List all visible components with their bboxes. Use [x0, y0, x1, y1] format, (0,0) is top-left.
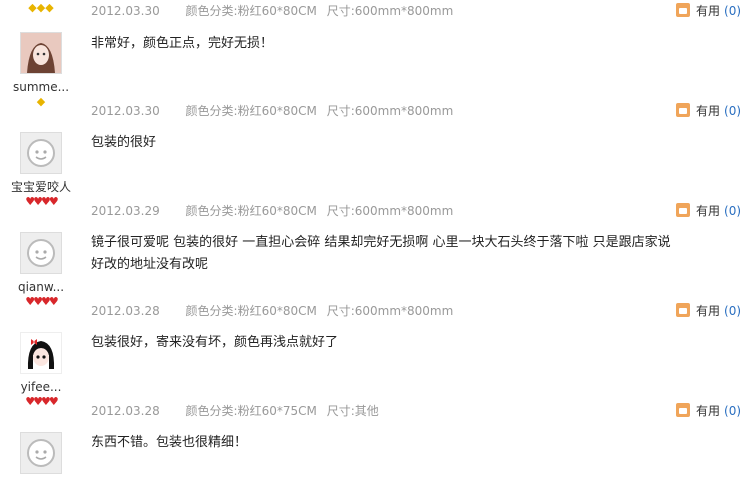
user-rank: ◆◆◆: [0, 0, 82, 14]
useful-button[interactable]: 有用 (0): [676, 2, 741, 19]
rank-gem-icon: ◆: [36, 95, 46, 108]
review-meta: 2012.03.28 颜色分类:粉红60*80CM 尺寸:600mm*800mm: [91, 302, 459, 319]
review-content: 东西不错。包装也很精细！: [91, 435, 248, 450]
username[interactable]: qianw...: [0, 280, 82, 294]
cartoon-girl-icon: [21, 333, 61, 373]
review-row-0: ◆◆◆ 2012.03.30 颜色分类:粉红60*80CM 尺寸:600mm*8…: [0, 0, 749, 22]
useful-button[interactable]: 有用 (0): [676, 102, 741, 119]
review-content: 非常好，颜色正点，完好无损！: [91, 36, 274, 51]
useful-label: 有用: [696, 104, 721, 118]
review-color: 颜色分类:粉红60*75CM: [185, 404, 317, 418]
review-color: 颜色分类:粉红60*80CM: [185, 304, 317, 318]
review-size: 尺寸:600mm*800mm: [326, 304, 454, 318]
rank-heart-icon: ♥♥♥♥: [25, 395, 58, 408]
avatar[interactable]: [20, 32, 62, 74]
review-date: 2012.03.28: [91, 404, 160, 418]
default-avatar-icon: [21, 133, 61, 173]
useful-icon: [676, 303, 690, 317]
default-avatar-icon: [21, 433, 61, 473]
useful-label: 有用: [696, 304, 721, 318]
review-size: 尺寸:其他: [326, 404, 379, 418]
review-size: 尺寸:600mm*800mm: [326, 204, 454, 218]
user-photo-icon: [21, 33, 61, 73]
review-meta: 2012.03.30 颜色分类:粉红60*80CM 尺寸:600mm*800mm: [91, 2, 459, 19]
avatar[interactable]: [20, 432, 62, 474]
useful-icon: [676, 3, 690, 17]
review-row-1: summe... ◆ 非常好，颜色正点，完好无损！ 2012.03.30 颜色分…: [0, 21, 749, 123]
useful-label: 有用: [696, 4, 721, 18]
review-color: 颜色分类:粉红60*80CM: [185, 204, 317, 218]
review-meta: 2012.03.28 颜色分类:粉红60*75CM 尺寸:其他: [91, 402, 385, 419]
useful-count[interactable]: (0): [724, 104, 741, 118]
review-row-5: 东西不错。包装也很精细！: [0, 422, 749, 484]
useful-count[interactable]: (0): [724, 404, 741, 418]
useful-count[interactable]: (0): [724, 204, 741, 218]
rank-gem-icon: ◆◆◆: [28, 1, 54, 14]
useful-button[interactable]: 有用 (0): [676, 302, 741, 319]
avatar[interactable]: [20, 332, 62, 374]
useful-count[interactable]: (0): [724, 4, 741, 18]
avatar[interactable]: [20, 132, 62, 174]
review-date: 2012.03.28: [91, 304, 160, 318]
useful-label: 有用: [696, 204, 721, 218]
username[interactable]: yifee...: [0, 380, 82, 394]
review-content: 包装的很好: [91, 135, 157, 150]
useful-button[interactable]: 有用 (0): [676, 402, 741, 419]
review-row-4: yifee... ♥♥♥♥ 包装很好，寄来没有坏，颜色再浅点就好了 2012.0…: [0, 322, 749, 423]
useful-icon: [676, 403, 690, 417]
default-avatar-icon: [21, 233, 61, 273]
review-date: 2012.03.30: [91, 4, 160, 18]
username[interactable]: summe...: [0, 80, 82, 94]
review-date: 2012.03.30: [91, 104, 160, 118]
useful-button[interactable]: 有用 (0): [676, 202, 741, 219]
review-row-2: 宝宝爱咬人 ♥♥♥♥ 包装的很好 2012.03.29 颜色分类:粉红60*80…: [0, 122, 749, 223]
username[interactable]: 宝宝爱咬人: [0, 180, 82, 194]
review-color: 颜色分类:粉红60*80CM: [185, 4, 317, 18]
review-size: 尺寸:600mm*800mm: [326, 104, 454, 118]
useful-icon: [676, 203, 690, 217]
review-date: 2012.03.29: [91, 204, 160, 218]
useful-label: 有用: [696, 404, 721, 418]
rank-heart-icon: ♥♥♥♥: [25, 295, 58, 308]
review-meta: 2012.03.30 颜色分类:粉红60*80CM 尺寸:600mm*800mm: [91, 102, 459, 119]
rank-heart-icon: ♥♥♥♥: [25, 195, 58, 208]
useful-count[interactable]: (0): [724, 304, 741, 318]
review-content: 包装很好，寄来没有坏，颜色再浅点就好了: [91, 335, 339, 350]
review-content: 镜子很可爱呢 包装的很好 一直担心会碎 结果却完好无损啊 心里一块大石头终于落下…: [91, 235, 671, 272]
review-row-3: qianw... ♥♥♥♥ 镜子很可爱呢 包装的很好 一直担心会碎 结果却完好无…: [0, 222, 749, 323]
review-meta: 2012.03.29 颜色分类:粉红60*80CM 尺寸:600mm*800mm: [91, 202, 459, 219]
useful-icon: [676, 103, 690, 117]
avatar[interactable]: [20, 232, 62, 274]
review-size: 尺寸:600mm*800mm: [326, 4, 454, 18]
review-color: 颜色分类:粉红60*80CM: [185, 104, 317, 118]
